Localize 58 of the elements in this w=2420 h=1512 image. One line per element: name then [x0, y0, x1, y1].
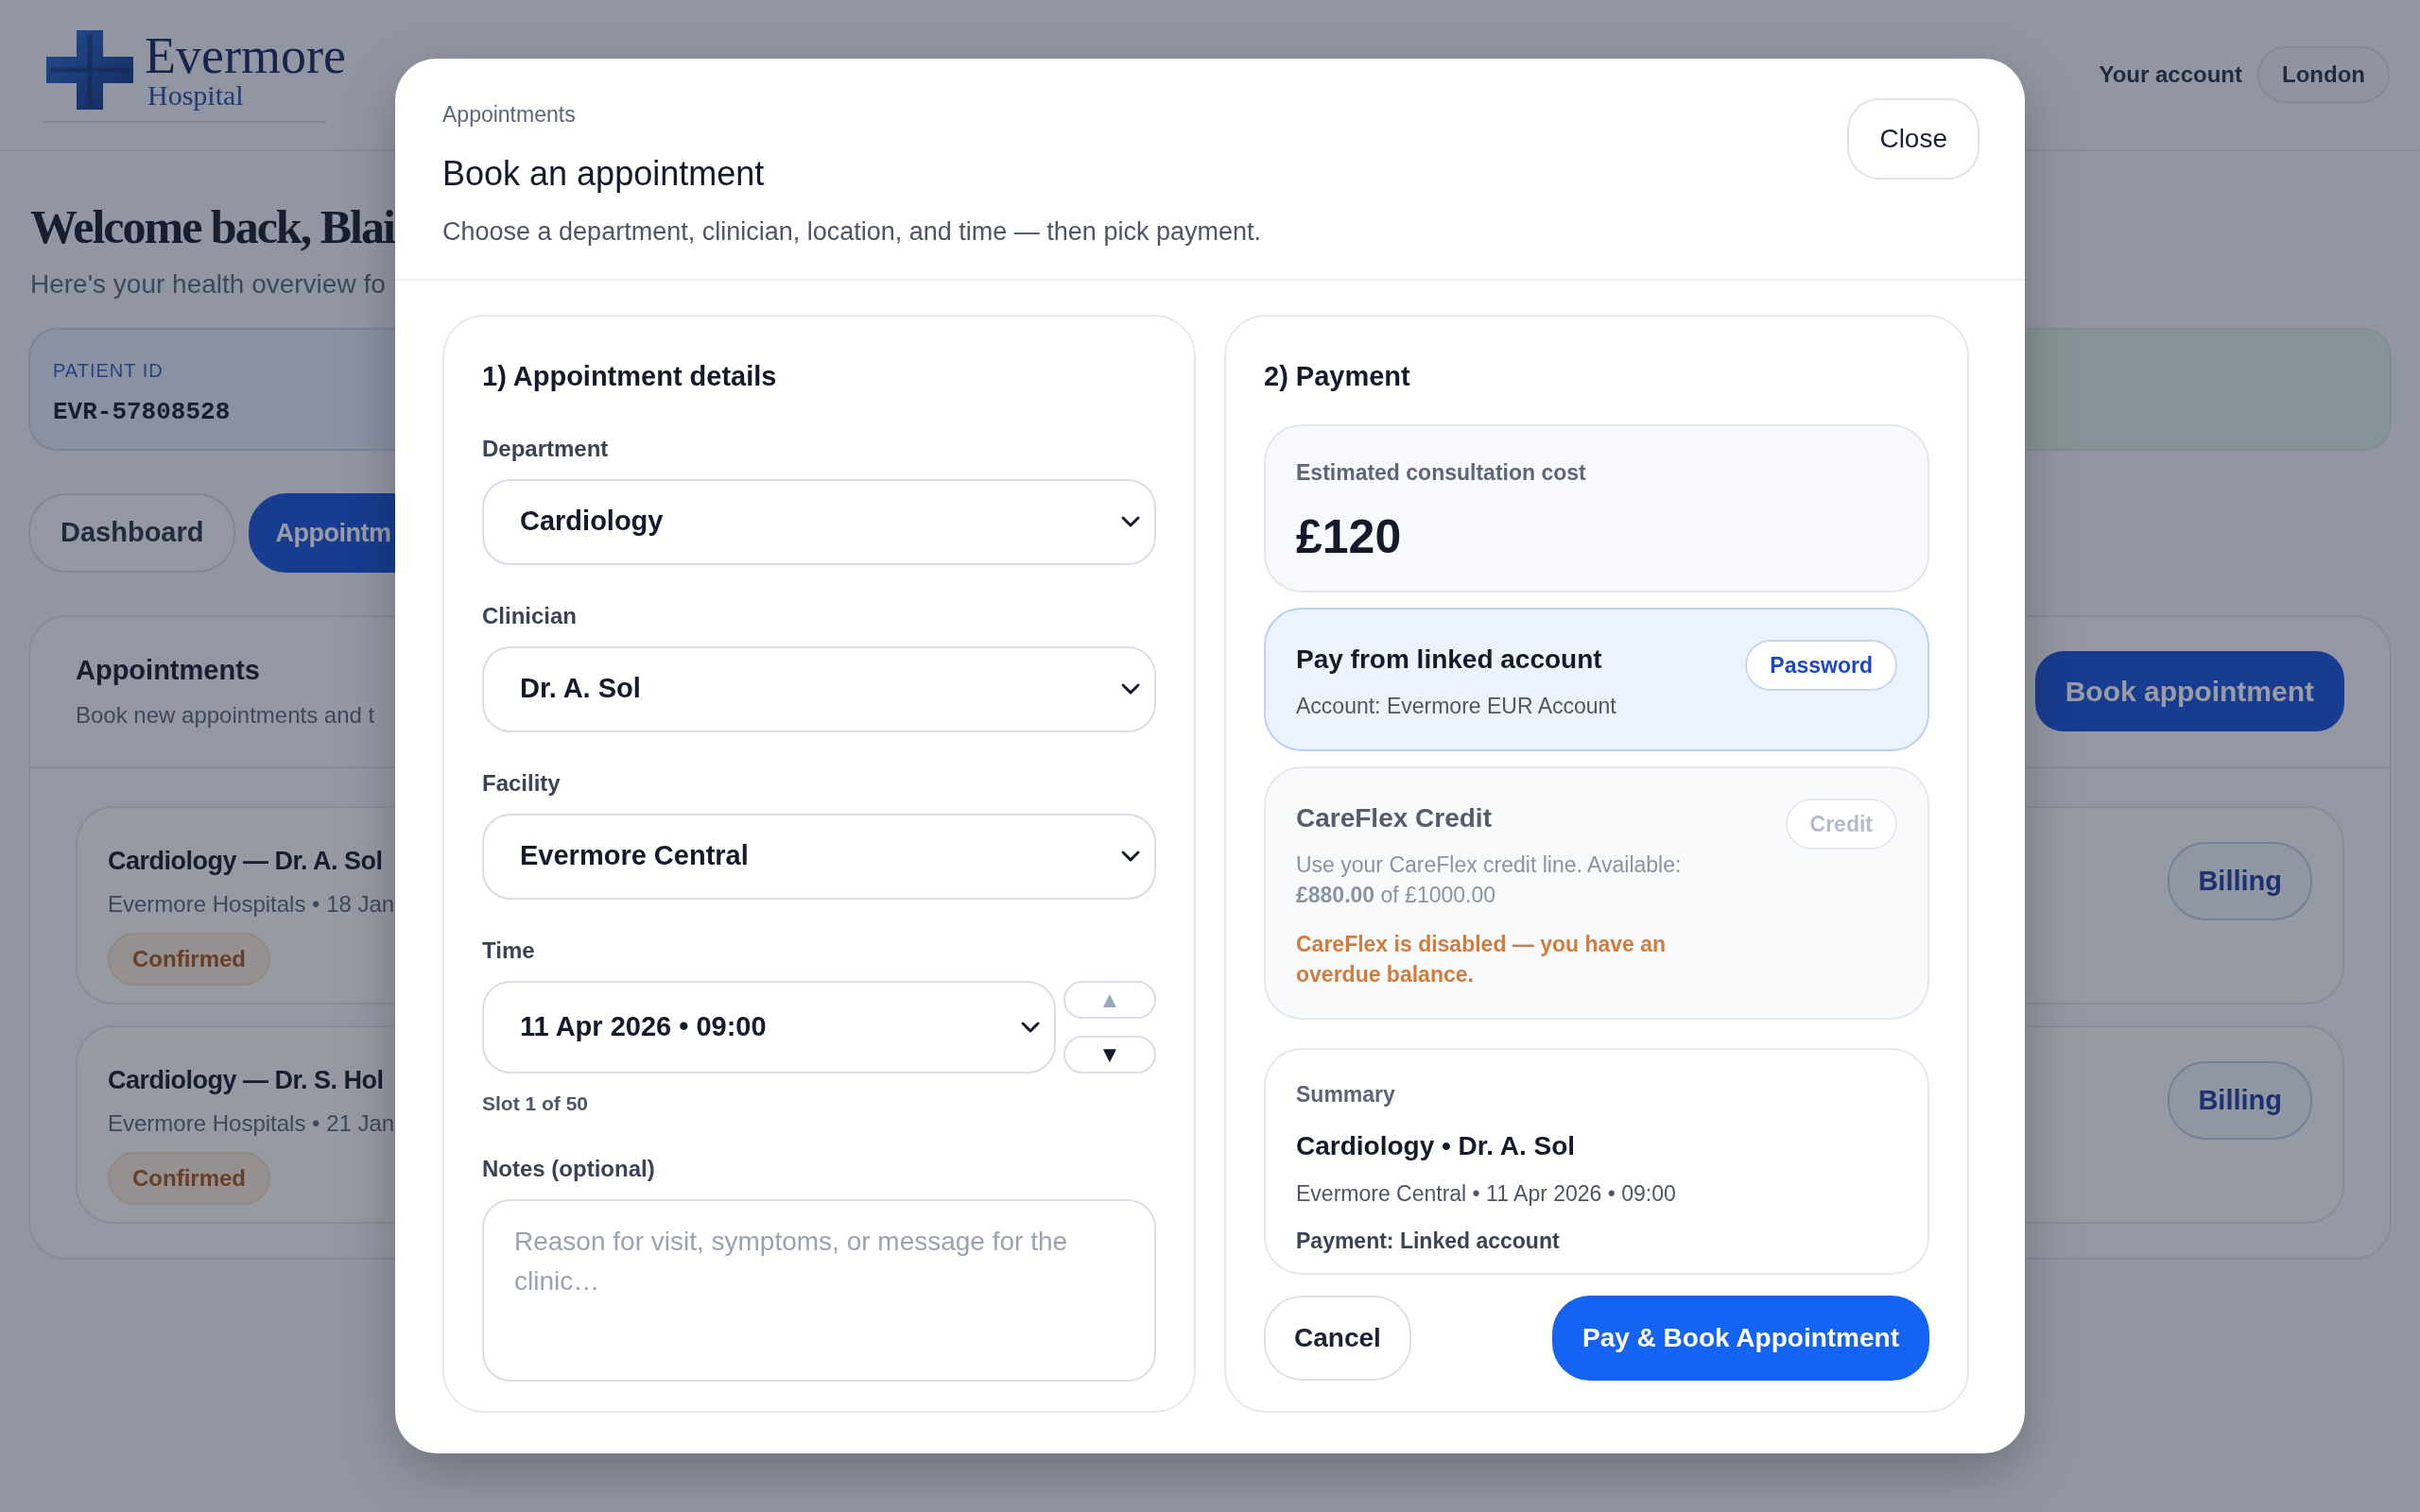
chevron-icon [1120, 850, 1141, 863]
status-badge: Confirmed [108, 933, 270, 986]
slot-hint: Slot 1 of 50 [482, 1091, 589, 1116]
select-field[interactable]: Dr. A. Sol [482, 645, 1156, 732]
summary-detail: Evermore Central • 11 Apr 2026 • 09:00 [1296, 1179, 1676, 1208]
cost-label: Estimated consultation cost [1296, 458, 1586, 487]
appointment-meta: Evermore Hospitals • 18 Jan [108, 890, 395, 919]
book-appointment-button[interactable]: Book appointment [2034, 651, 2344, 731]
time-select[interactable]: 11 Apr 2026 • 09:00 [482, 980, 1056, 1074]
appointment-meta: Evermore Hospitals • 21 Jan [108, 1109, 395, 1138]
option-tag: Password [1745, 639, 1897, 691]
field-label: Notes (optional) [482, 1155, 655, 1183]
payment-option[interactable]: Pay from linked account Account: Evermore EUR Account Password [1264, 607, 1929, 751]
cost-value: £120 [1296, 509, 1402, 565]
account-label: Your account [2099, 60, 2243, 89]
patient-id-value: EVR-57808528 [53, 397, 231, 428]
chevron-icon [1020, 1020, 1041, 1034]
tab[interactable]: Dashboard [28, 493, 236, 573]
chevron-icon [1120, 515, 1141, 528]
field-label: Facility [482, 768, 561, 798]
option-title: Pay from linked account [1296, 643, 1602, 676]
summary-payment: Payment: Linked account [1296, 1228, 1560, 1256]
select-field[interactable]: Cardiology [482, 478, 1156, 565]
dialog-eyebrow: Appointments [442, 101, 576, 129]
welcome-subtitle: Here's your health overview fo [30, 268, 386, 301]
option-title: CareFlex Credit [1296, 801, 1492, 834]
panel-title: Appointments [76, 653, 260, 687]
dialog-subtitle: Choose a department, clinician, location, and time — then pick payment. [442, 215, 1261, 248]
panel-subtitle: Book new appointments and t [76, 701, 375, 730]
status-badge: Confirmed [108, 1152, 270, 1205]
summary-label: Summary [1296, 1081, 1395, 1109]
field-label: Clinician [482, 601, 578, 630]
appointment-title: Cardiology — Dr. S. Hol [108, 1064, 384, 1096]
billing-button[interactable]: Billing [2168, 841, 2312, 920]
field-label: Time [482, 936, 535, 965]
notes-field[interactable]: Reason for visit, symptoms, or message for the clinic… [482, 1199, 1156, 1382]
next-slot-button[interactable]: ▼ [1063, 1035, 1156, 1074]
option-tag: Credit [1785, 798, 1897, 850]
pay-and-book-button[interactable]: Pay & Book Appointment [1552, 1296, 1929, 1382]
dialog-title: Book an appointment [442, 152, 765, 195]
section-title: 1) Appointment details [482, 360, 777, 393]
option-description: Use your CareFlex credit line. Available: £880.00 of £1000.00 [1296, 850, 1683, 909]
section-title: 2) Payment [1264, 360, 1410, 393]
chevron-icon [1120, 682, 1141, 696]
warning-text: CareFlex is disabled — you have an overdue balance. [1296, 931, 1668, 989]
appointment-title: Cardiology — Dr. A. Sol [108, 845, 383, 877]
option-description: Account: Evermore EUR Account [1296, 692, 1616, 720]
close-button[interactable]: Close [1847, 98, 1979, 180]
billing-button[interactable]: Billing [2168, 1060, 2312, 1140]
location-pill: London [2257, 46, 2390, 103]
field-label: Department [482, 434, 609, 463]
cancel-button[interactable]: Cancel [1264, 1296, 1411, 1382]
summary-title: Cardiology • Dr. A. Sol [1296, 1129, 1576, 1162]
select-field[interactable]: Evermore Central [482, 813, 1156, 900]
patient-id-label: PATIENT ID [53, 359, 164, 383]
logo-subtitle: Hospital [147, 81, 245, 110]
welcome-heading: Welcome back, Blai [30, 199, 394, 255]
logo-title: Evermore [145, 30, 346, 81]
